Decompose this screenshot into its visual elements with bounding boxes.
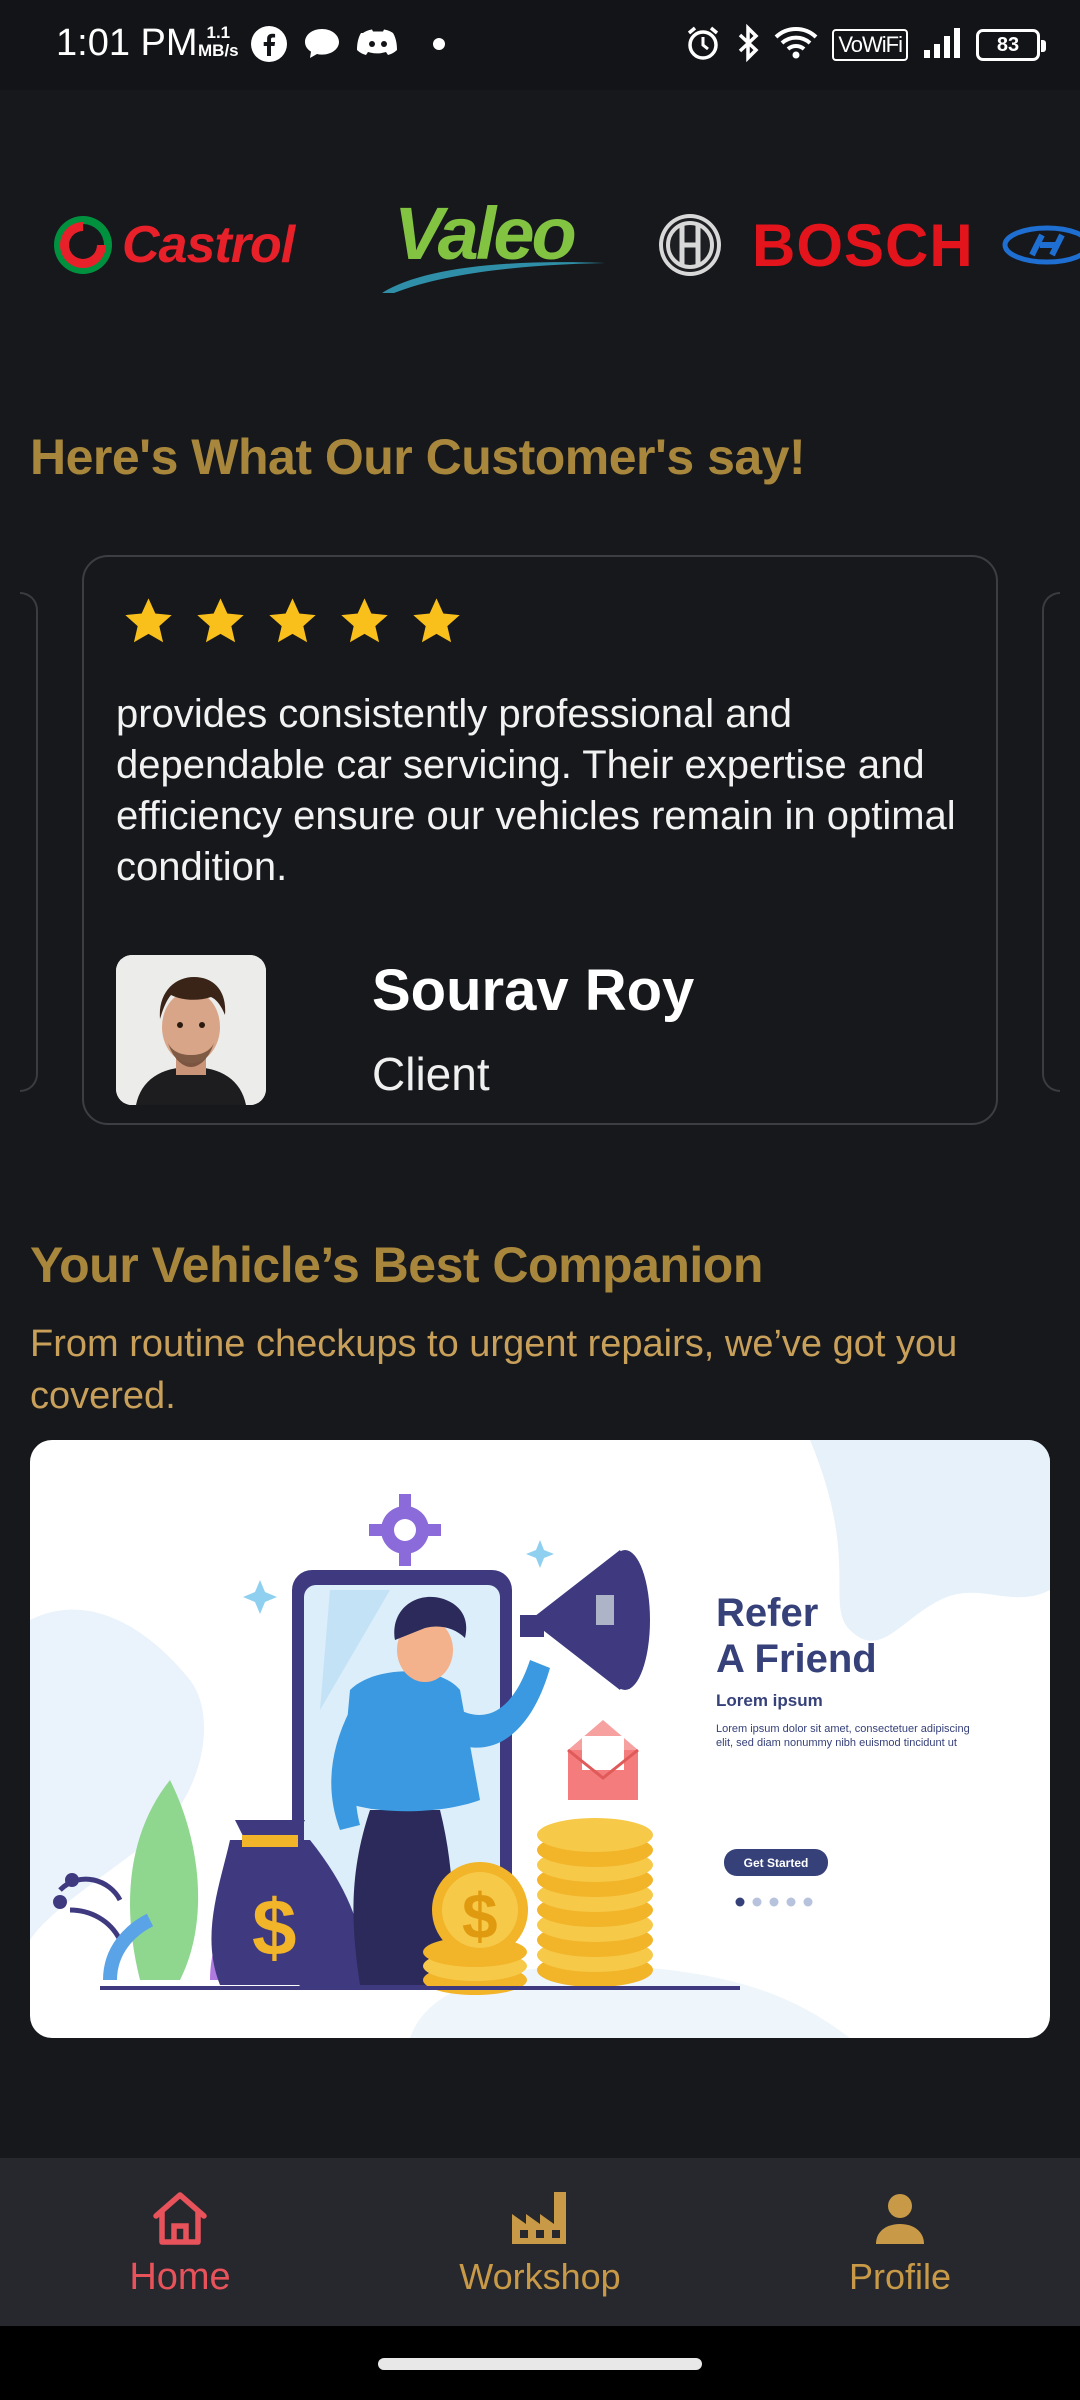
rating-stars (122, 595, 463, 648)
gear-icon (369, 1494, 441, 1566)
battery-icon: 83 (976, 29, 1046, 61)
star-icon (122, 595, 175, 648)
nav-profile[interactable]: Profile (720, 2158, 1080, 2326)
signal-icon (922, 26, 962, 65)
brand-bosch: BOSCH (656, 185, 974, 305)
hyundai-logo-icon (1002, 225, 1080, 265)
svg-text:Refer: Refer (716, 1591, 818, 1635)
nav-profile-label: Profile (848, 2256, 952, 2297)
bottom-navigation: Home Workshop Profile (0, 2158, 1080, 2326)
bluetooth-icon (736, 23, 760, 67)
nav-home-label: Home (129, 2255, 231, 2298)
prev-card-peek[interactable] (20, 592, 38, 1092)
wifi-icon (774, 24, 818, 67)
nav-workshop-label: Workshop (459, 2256, 621, 2297)
alarm-icon (684, 24, 722, 67)
brand-castrol: Castrol (52, 185, 295, 305)
facebook-icon (250, 24, 288, 64)
testimonial-card[interactable]: provides consistently professional and d… (82, 555, 998, 1125)
svg-text:Lorem ipsum: Lorem ipsum (716, 1691, 823, 1710)
nav-workshop[interactable]: Workshop (360, 2158, 720, 2326)
testimonials-heading: Here's What Our Customer's say! (30, 429, 806, 485)
companion-subtitle: From routine checkups to urgent repairs,… (30, 1323, 958, 1417)
bosch-logo-icon (659, 214, 721, 276)
person-icon (868, 2186, 932, 2250)
dot-icon (432, 24, 446, 64)
status-icons: VoWiFi 83 (684, 22, 1046, 68)
svg-text:elit, sed diam nonummy nibh eu: elit, sed diam nonummy nibh euismod tinc… (716, 1737, 957, 1749)
star-icon (410, 595, 463, 648)
castrol-logo-icon (54, 216, 112, 274)
brand-hyundai-partial (1002, 185, 1080, 305)
brand-carousel[interactable]: Castrol Valeo BOSCH (0, 185, 1080, 305)
reviewer-role: Client (372, 1048, 490, 1100)
discord-icon (356, 24, 400, 64)
valeo-swoosh-icon (382, 262, 605, 293)
testimonial-quote: provides consistently professional and d… (116, 692, 956, 889)
svg-text:Lorem ipsum dolor sit amet, co: Lorem ipsum dolor sit amet, consectetuer… (716, 1723, 970, 1735)
next-card-peek[interactable] (1042, 592, 1060, 1092)
star-icon (194, 595, 247, 648)
companion-heading: Your Vehicle’s Best Companion (30, 1237, 763, 1293)
factory-icon (508, 2186, 572, 2250)
star-icon (266, 595, 319, 648)
network-speed: 1.1 MB/s (198, 23, 239, 60)
reviewer-name: Sourav Roy (372, 958, 695, 1023)
nav-home[interactable]: Home (0, 2158, 360, 2326)
svg-text:$: $ (462, 1880, 498, 1952)
refer-friend-illustration: $ $ Refer A Friend Lorem ipsum Lorem ips… (30, 1440, 1050, 2038)
chat-icon (302, 24, 342, 64)
status-time: 1:01 PM (56, 22, 198, 64)
status-bar: 1:01 PM 1.1 MB/s VoWiFi 83 (0, 0, 1080, 90)
home-icon (148, 2186, 212, 2250)
brand-valeo: Valeo (380, 185, 610, 305)
vowifi-badge: VoWiFi (832, 29, 908, 61)
svg-text:$: $ (252, 1883, 297, 1972)
svg-text:A Friend: A Friend (716, 1637, 877, 1681)
refer-friend-banner[interactable]: $ $ Refer A Friend Lorem ipsum Lorem ips… (30, 1440, 1050, 2038)
home-indicator[interactable] (378, 2358, 702, 2370)
star-icon (338, 595, 391, 648)
avatar (116, 955, 266, 1105)
svg-text:Get Started: Get Started (744, 1856, 809, 1870)
